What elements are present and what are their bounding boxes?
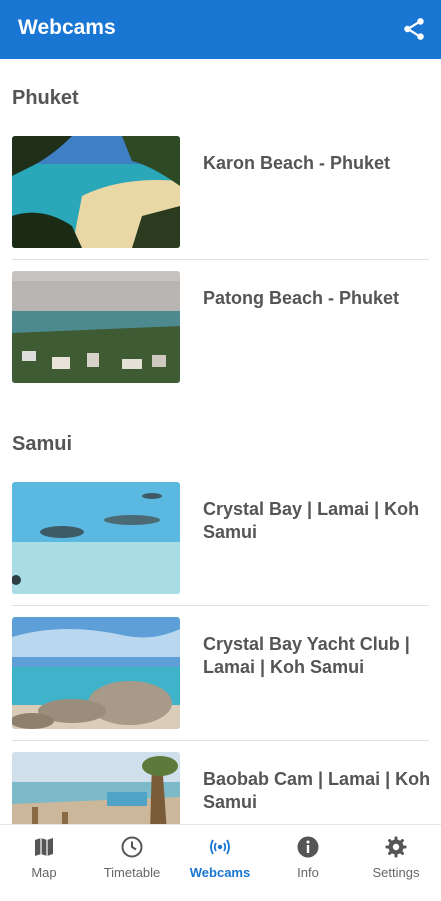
- webcam-thumbnail: [12, 136, 180, 248]
- section-title-phuket: Phuket: [12, 87, 79, 109]
- bottom-navigation: Map Timetable Webcams Info Settings: [0, 824, 441, 900]
- nav-map[interactable]: Map: [0, 825, 88, 901]
- nav-webcams[interactable]: Webcams: [176, 825, 264, 901]
- divider: [12, 740, 429, 741]
- webcam-item-label: Crystal Bay Yacht Club | Lamai | Koh Sam…: [203, 634, 410, 677]
- divider: [12, 605, 429, 606]
- webcam-item-baobab-cam[interactable]: Baobab Cam | Lamai | Koh Samui: [12, 752, 430, 824]
- nav-label: Info: [297, 865, 319, 880]
- nav-info[interactable]: Info: [264, 825, 352, 901]
- webcam-item-label: Karon Beach - Phuket: [203, 153, 391, 173]
- share-icon[interactable]: [401, 16, 427, 42]
- webcam-thumbnail: [12, 617, 180, 729]
- nav-label: Map: [31, 865, 57, 880]
- webcam-item-label: Baobab Cam | Lamai | Koh Samui: [203, 769, 431, 812]
- page-title: Webcams: [18, 16, 116, 39]
- nav-label: Webcams: [189, 865, 251, 880]
- map-icon: [32, 835, 56, 859]
- webcam-item-karon-beach[interactable]: Karon Beach - Phuket: [12, 136, 429, 248]
- app-bar: Webcams: [0, 0, 441, 59]
- webcam-item-patong-beach[interactable]: Patong Beach - Phuket: [12, 271, 429, 383]
- info-icon: [296, 835, 320, 859]
- gear-icon: [384, 835, 408, 859]
- nav-label: Settings: [372, 865, 420, 880]
- clock-icon: [120, 835, 144, 859]
- nav-label: Timetable: [103, 865, 161, 880]
- webcam-item-crystal-bay[interactable]: Crystal Bay | Lamai | Koh Samui: [12, 482, 429, 594]
- divider: [12, 259, 429, 260]
- webcam-signal-icon: [208, 835, 232, 859]
- nav-settings[interactable]: Settings: [352, 825, 440, 901]
- webcam-item-label: Patong Beach - Phuket: [203, 288, 400, 308]
- nav-timetable[interactable]: Timetable: [88, 825, 176, 901]
- webcam-item-crystal-bay-yacht-club[interactable]: Crystal Bay Yacht Club | Lamai | Koh Sam…: [12, 617, 429, 729]
- section-title-samui: Samui: [12, 433, 73, 455]
- webcam-item-label: Crystal Bay | Lamai | Koh Samui: [203, 499, 420, 542]
- webcam-list: Phuket Karon Beach - Phuket Patong Beach…: [0, 59, 441, 824]
- webcam-thumbnail: [12, 752, 180, 824]
- webcam-thumbnail: [12, 271, 180, 383]
- webcam-thumbnail: [12, 482, 180, 594]
